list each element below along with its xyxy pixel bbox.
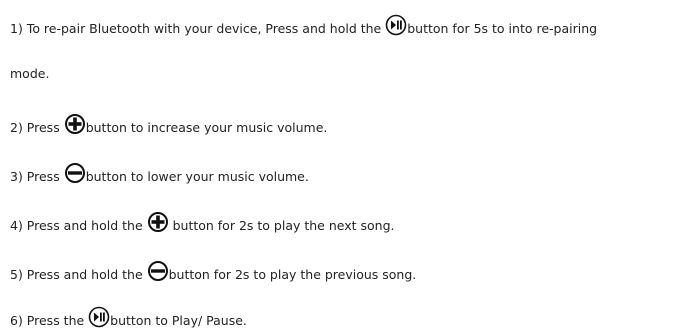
plus-icon	[147, 211, 169, 233]
instruction-1-text-end: button for 5s to into re-pairing	[407, 21, 598, 36]
instruction-4-text-end: button for 2s to play the next song.	[168, 218, 395, 233]
instruction-2-text-end: button to increase your music volume.	[85, 120, 328, 135]
plus-icon	[64, 113, 86, 135]
instruction-1-continued: mode.	[10, 64, 49, 84]
instruction-1: 1) To re-pair Bluetooth with your device…	[10, 14, 597, 39]
instruction-6-text-end: button to Play/ Pause.	[110, 313, 247, 328]
instruction-3-text: 3) Press	[10, 169, 64, 184]
instruction-4: 4) Press and hold the button for 2s to p…	[10, 211, 395, 236]
instruction-5-text-end: button for 2s to play the previous song.	[168, 267, 417, 282]
instruction-3: 3) Press button to lower your music volu…	[10, 162, 309, 187]
instruction-6: 6) Press the button to Play/ Pause.	[10, 306, 247, 331]
instruction-5-text: 5) Press and hold the	[10, 267, 147, 282]
play-pause-icon	[88, 306, 110, 328]
instruction-2: 2) Press button to increase your music v…	[10, 113, 327, 138]
instruction-4-text: 4) Press and hold the	[10, 218, 147, 233]
minus-icon	[64, 162, 86, 184]
instruction-1-continued-text: mode.	[10, 66, 50, 81]
minus-icon	[147, 260, 169, 282]
instruction-3-text-end: button to lower your music volume.	[85, 169, 309, 184]
instruction-1-text: 1) To re-pair Bluetooth with your device…	[10, 21, 386, 36]
instruction-2-text: 2) Press	[10, 120, 64, 135]
instruction-6-text: 6) Press the	[10, 313, 89, 328]
instruction-5: 5) Press and hold the button for 2s to p…	[10, 260, 416, 285]
play-pause-icon	[385, 14, 407, 36]
